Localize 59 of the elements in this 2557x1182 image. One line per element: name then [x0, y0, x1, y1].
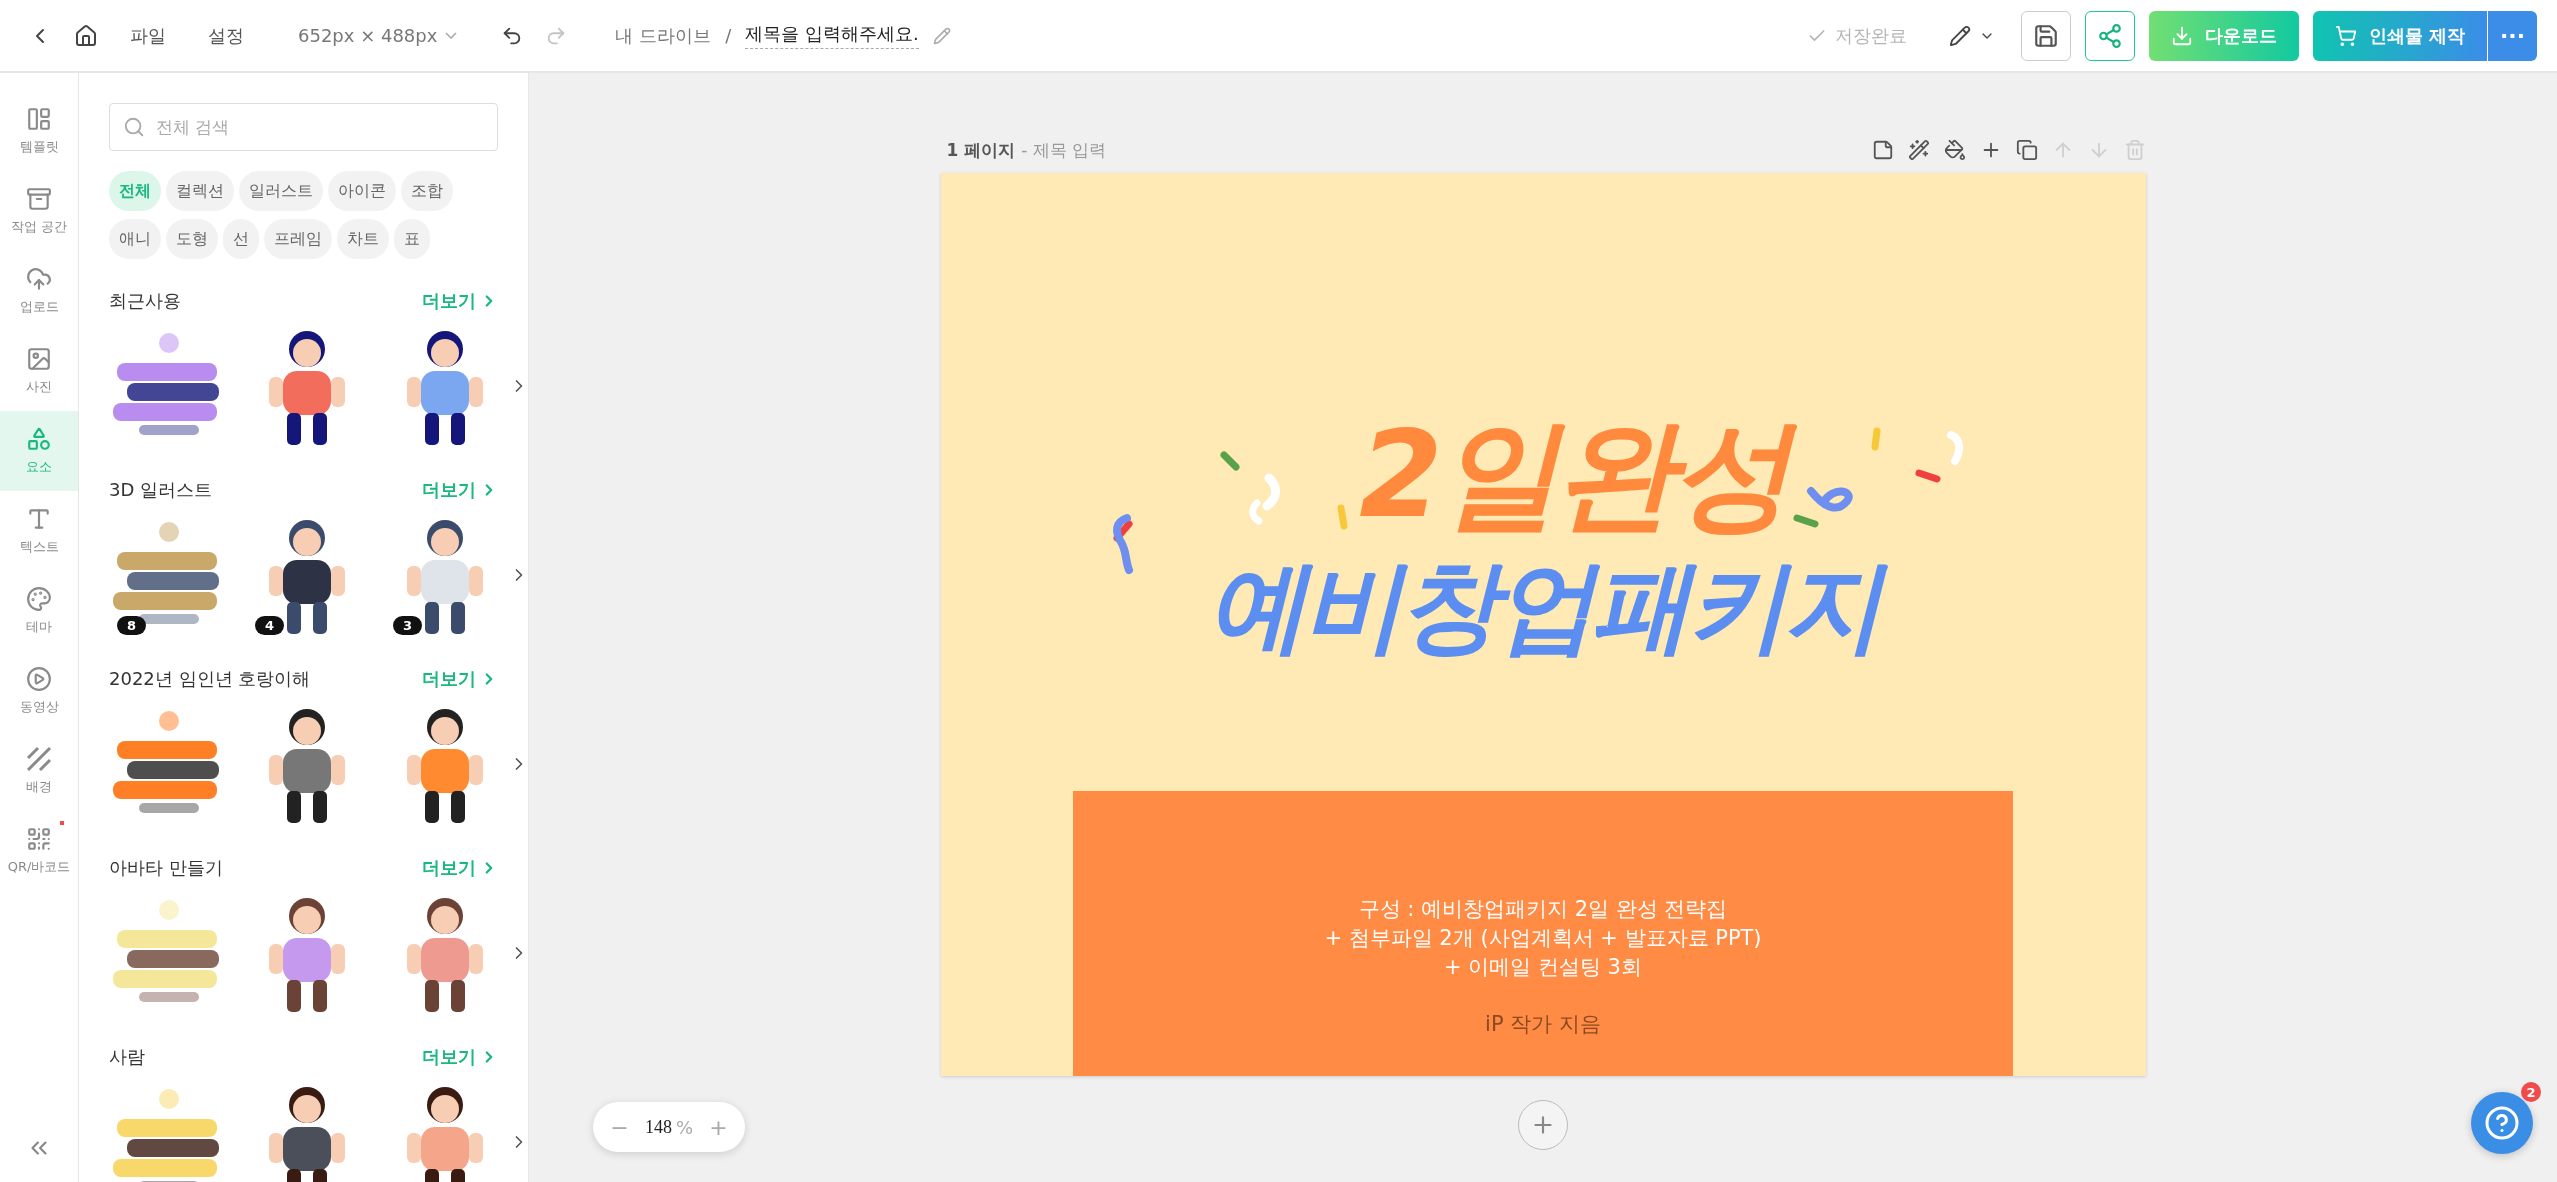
filter-chip[interactable]: 일러스트	[239, 171, 323, 211]
download-button[interactable]: 다운로드	[2148, 10, 2299, 61]
filter-chip[interactable]: 도형	[166, 219, 218, 259]
sidebar-item[interactable]: 텍스트	[0, 491, 78, 571]
more-button[interactable]: ···	[2487, 10, 2537, 61]
notification-badge: 2	[2521, 1082, 2541, 1102]
filter-chip[interactable]: 애니	[109, 219, 161, 259]
count-badge: 8	[117, 616, 147, 635]
count-badge: 3	[393, 616, 423, 635]
zoom-in-button[interactable]: +	[703, 1114, 734, 1140]
see-more-link[interactable]: 더보기	[422, 478, 498, 502]
filter-chip[interactable]: 전체	[109, 171, 161, 211]
sidebar-item[interactable]: 템플릿	[0, 91, 78, 171]
see-more-link[interactable]: 더보기	[422, 667, 498, 691]
filter-chip[interactable]: 조합	[401, 171, 453, 211]
headline-text[interactable]: 2일완성	[1329, 403, 1817, 547]
page-number: 1 페이지	[946, 138, 1016, 162]
sidebar-item[interactable]: 요소	[0, 411, 78, 491]
sidebar-item[interactable]: 업로드	[0, 251, 78, 331]
filter-chip[interactable]: 표	[394, 219, 430, 259]
section-title: 아바타 만들기	[109, 856, 223, 880]
body-text: 구성 : 예비창업패키지 2일 완성 전략집	[1358, 896, 1728, 923]
print-order-button[interactable]: 인쇄물 제작	[2312, 10, 2487, 61]
filter-chip[interactable]: 아이콘	[328, 171, 396, 211]
section-title: 사람	[109, 1045, 145, 1069]
zoom-level: 148 %	[644, 1116, 694, 1138]
menu-item[interactable]: 파일	[116, 19, 180, 52]
sidebar-item[interactable]: 동영상	[0, 651, 78, 731]
see-more-link[interactable]: 더보기	[422, 289, 498, 313]
count-badge: 4	[255, 616, 285, 635]
breadcrumb-separator: /	[725, 25, 732, 46]
sidebar-item[interactable]: 사진	[0, 331, 78, 411]
section-title: 최근사용	[109, 289, 181, 313]
section-title: 3D 일러스트	[109, 478, 213, 502]
document-title[interactable]: 제목을 입력해주세요.	[745, 22, 919, 49]
menu-item[interactable]: 설정	[194, 19, 258, 52]
filter-chip[interactable]: 컬렉션	[166, 171, 234, 211]
design-page[interactable]: 2일완성 예비창업패키지 구성 : 예비창업패키지 2일 완성 전략집 + 첨부파일 2개 (사업계획서 + 발표자료 PPT) + 이메일 컨설팅 3회 iP 작가 지음	[940, 173, 2146, 1076]
save-status: 저장완료	[1834, 23, 1907, 48]
zoom-out-button[interactable]: −	[604, 1114, 635, 1140]
filter-chip[interactable]: 선	[223, 219, 259, 259]
see-more-link[interactable]: 더보기	[422, 856, 498, 880]
filter-chip[interactable]: 프레임	[264, 219, 332, 259]
body-text: + 이메일 컨설팅 3회	[1444, 954, 1642, 981]
text-box[interactable]: 구성 : 예비창업패키지 2일 완성 전략집 + 첨부파일 2개 (사업계획서 + 발표자료 PPT) + 이메일 컨설팅 3회 iP 작가 지음	[1073, 791, 2013, 1076]
subheading-text[interactable]: 예비창업패키지	[1177, 547, 1909, 667]
breadcrumb-link[interactable]: 내 드라이브	[615, 23, 712, 48]
section-title: 2022년 임인년 호랑이해	[109, 667, 311, 691]
author-text: iP 작가 지음	[1485, 1011, 1601, 1038]
page-title-field[interactable]: - 제목 입력	[1021, 138, 1107, 162]
size-dropdown[interactable]: 652px × 488px	[292, 24, 464, 47]
sidebar-item[interactable]: 테마	[0, 571, 78, 651]
sidebar-item[interactable]: 배경	[0, 731, 78, 811]
body-text: + 첨부파일 2개 (사업계획서 + 발표자료 PPT)	[1324, 925, 1762, 952]
sidebar-item[interactable]: 작업 공간	[0, 171, 78, 251]
filter-chip[interactable]: 차트	[337, 219, 389, 259]
sidebar-item[interactable]: QR/바코드	[0, 811, 78, 891]
see-more-link[interactable]: 더보기	[422, 1045, 498, 1069]
search-field[interactable]: 전체 검색	[109, 103, 498, 151]
